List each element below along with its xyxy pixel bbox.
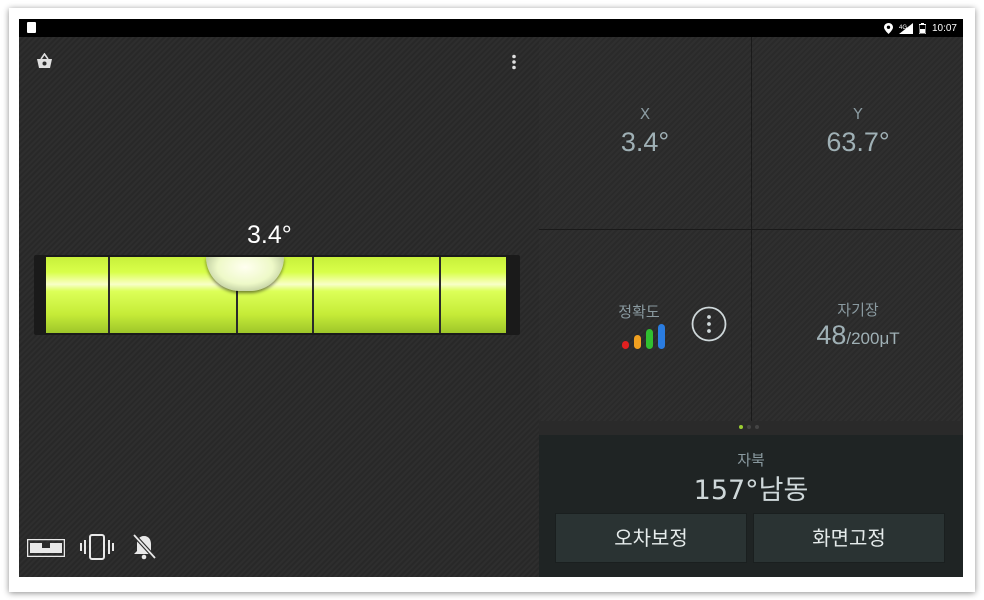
location-icon: [883, 22, 893, 34]
accuracy-bars-icon: [622, 324, 665, 349]
page-dot: [755, 425, 759, 429]
battery-icon: [918, 22, 926, 34]
page-indicator: [739, 425, 759, 429]
y-axis-cell: Y 63.7°: [752, 37, 963, 229]
magnetic-field-label: 자기장: [837, 301, 879, 319]
level-liquid: [46, 257, 506, 333]
tube-mark: [312, 257, 314, 333]
page-dot: [739, 425, 743, 429]
x-axis-value: 3.4°: [620, 127, 670, 157]
grid-divider: [539, 229, 963, 230]
x-axis-label: X: [639, 105, 651, 123]
svg-text:4G: 4G: [899, 25, 907, 31]
more-options-icon[interactable]: [691, 306, 727, 342]
overflow-menu-icon[interactable]: [511, 54, 517, 70]
calibrate-button[interactable]: 오차보정: [555, 513, 747, 563]
screen-lock-button[interactable]: 화면고정: [753, 513, 945, 563]
compass-label: 자북: [737, 451, 765, 469]
sd-card-icon: [27, 22, 36, 33]
y-axis-value: 63.7°: [826, 127, 890, 157]
notifications-off-icon[interactable]: [131, 533, 157, 561]
shopping-basket-icon[interactable]: [36, 53, 53, 69]
tube-mark: [108, 257, 110, 333]
magnetic-field-reading: 48/200μT: [752, 320, 963, 351]
accuracy-cell: 정확도: [539, 230, 751, 421]
tube-mark: [439, 257, 441, 333]
window-frame: 4G 10:07 3.4° X 3.4° Y 63.7° 정확도 자기장 48/…: [9, 8, 975, 592]
magnetic-field-unit: /200μT: [846, 329, 900, 348]
y-axis-label: Y: [853, 105, 863, 123]
level-bubble: [206, 257, 284, 291]
vibrate-icon[interactable]: [79, 534, 115, 560]
page-dot: [747, 425, 751, 429]
sensor-panel: X 3.4° Y 63.7° 정확도 자기장 48/200μT 자북 157°남…: [539, 37, 963, 577]
status-bar: 4G 10:07: [19, 19, 963, 37]
signal-icon: 4G: [898, 22, 913, 34]
level-angle: 3.4°: [247, 221, 292, 249]
compass-section: 자북 157°남동 오차보정 화면고정: [539, 435, 963, 577]
level-mode-icon[interactable]: [27, 539, 65, 557]
x-axis-cell: X 3.4°: [539, 37, 751, 229]
magnetic-field-value: 48: [816, 320, 847, 350]
status-time: 10:07: [931, 22, 957, 34]
compass-heading: 157°남동: [693, 475, 809, 506]
spirit-level-tube: [34, 255, 520, 335]
magnetic-field-cell: 자기장 48/200μT: [752, 230, 963, 421]
level-panel: 3.4°: [19, 37, 539, 577]
device-screen: 4G 10:07 3.4° X 3.4° Y 63.7° 정확도 자기장 48/…: [19, 19, 963, 577]
